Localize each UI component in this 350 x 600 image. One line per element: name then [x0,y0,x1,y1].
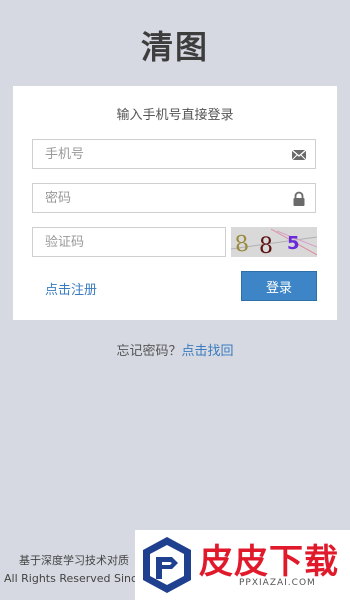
captcha-field[interactable] [32,227,226,257]
register-link[interactable]: 点击注册 [45,279,97,298]
login-subtitle: 输入手机号直接登录 [116,108,234,123]
watermark-brand: 皮皮下载 [199,542,339,582]
captcha-char-2: 8 [259,234,273,257]
password-field[interactable] [32,183,316,213]
login-card: 输入手机号直接登录 8 8 5 点击注册 登录 [13,86,337,320]
forgot-password-prompt: 忘记密码？ [116,344,182,359]
phone-field[interactable] [32,139,316,169]
captcha-input[interactable] [33,228,215,256]
captcha-char-1: 8 [234,231,251,257]
watermark-domain: PPXIAZAI.COM [239,578,316,588]
password-input[interactable] [33,184,285,212]
watermark-banner: 皮皮下载 PPXIAZAI.COM [135,530,350,600]
recover-password-link[interactable]: 点击找回 [182,344,234,359]
envelope-icon [291,149,307,161]
footer-copyright: All Rights Reserved Since [4,572,144,585]
captcha-graphic: 8 8 5 [231,227,317,257]
footer-description: 基于深度学习技术对质 [19,554,129,567]
lock-icon [293,191,305,206]
pp-logo-icon [143,537,191,593]
login-button[interactable]: 登录 [241,271,317,301]
forgot-password-row: 忘记密码？点击找回 [0,340,350,359]
app-title: 清图 [140,28,209,66]
captcha-image[interactable]: 8 8 5 [231,227,317,257]
captcha-char-3: 5 [287,233,300,254]
phone-input[interactable] [33,140,285,168]
